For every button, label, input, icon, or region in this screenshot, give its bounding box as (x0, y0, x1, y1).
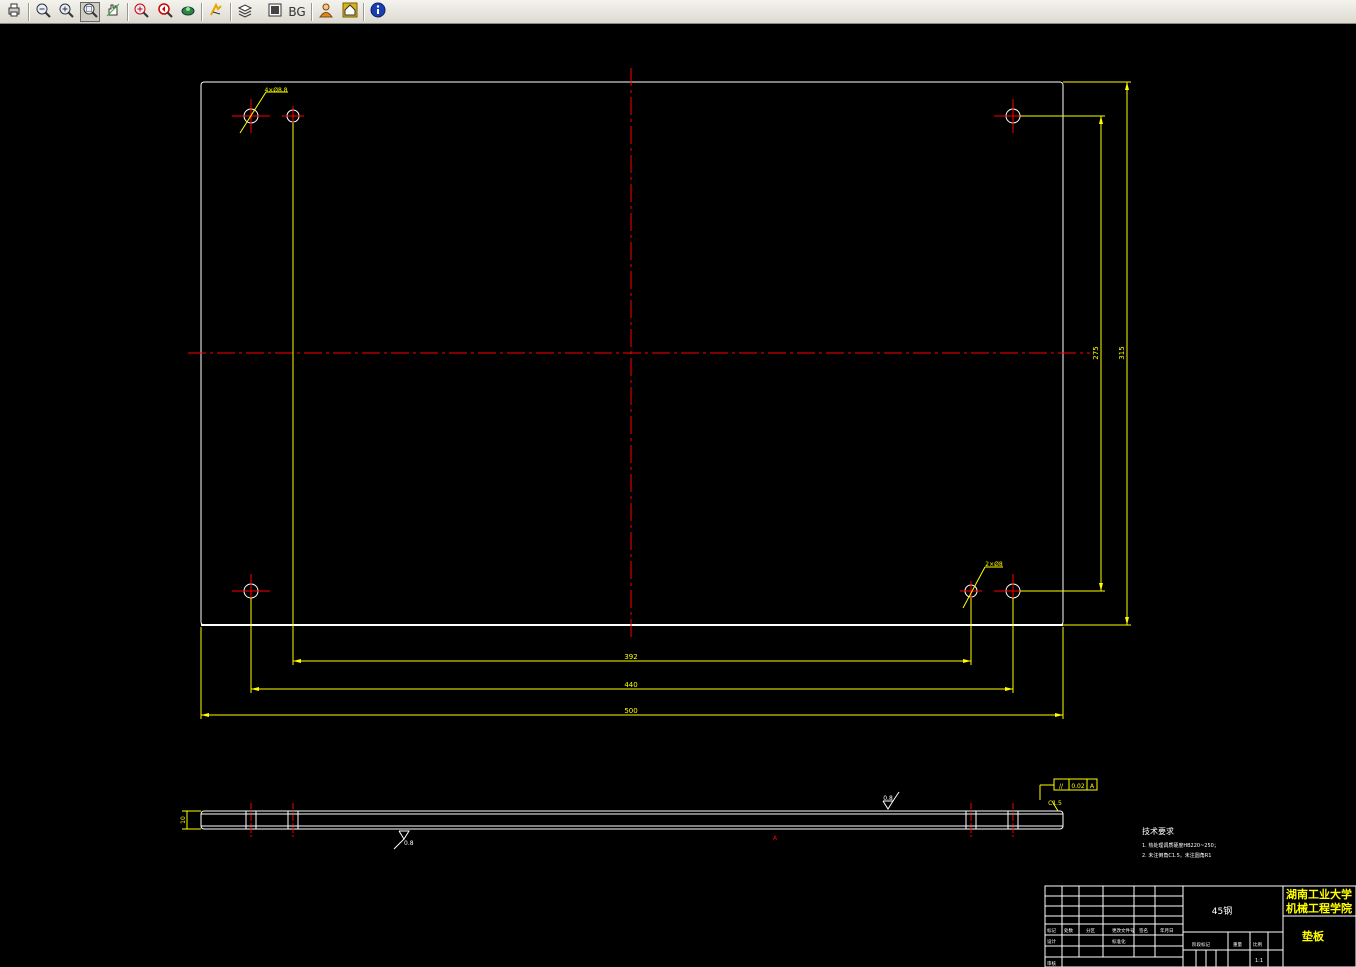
toolbar-separator (363, 3, 365, 21)
tb-label: 处数 (1064, 927, 1073, 934)
print-button[interactable] (4, 2, 24, 22)
dim-hole-spacing: 440 (624, 681, 637, 689)
zoom-previous-icon (157, 2, 173, 22)
department-name: 机械工程学院 (1286, 901, 1352, 915)
zoom-extents-icon (133, 2, 149, 22)
notes-title: 技术要求 (1142, 826, 1174, 836)
printer-icon (6, 2, 22, 22)
pan-button[interactable] (103, 2, 123, 22)
orbit-button[interactable] (178, 2, 198, 22)
dim-overall-width: 500 (624, 707, 637, 715)
part-name: 垫板 (1302, 929, 1325, 943)
toolbar: BG (0, 0, 1356, 24)
layers-icon (237, 2, 253, 22)
layers-button[interactable] (235, 2, 255, 22)
tb-label: 阶段标记 (1192, 941, 1210, 948)
info-button[interactable] (368, 2, 388, 22)
plate-side-view: 10 0.8 0.8 A C1.5 // 0.02 A (180, 778, 1098, 850)
zoom-out-icon (35, 2, 51, 22)
orbit-icon (180, 2, 196, 22)
regen-button[interactable] (206, 2, 226, 22)
dim-thickness: 10 (180, 816, 187, 824)
toolbar-separator (230, 3, 232, 21)
roughness-bottom: 0.8 (404, 840, 414, 847)
tb-label: 标准化 (1112, 938, 1126, 945)
tolerance-value: 0.02 (1071, 783, 1085, 790)
toolbar-separator (201, 3, 203, 21)
note-1: 1. 热处理调质硬度HB220~250； (1142, 842, 1219, 849)
tb-label: 比例 (1253, 941, 1262, 948)
chamfer-note: C1.5 (1048, 800, 1062, 807)
zoom-previous-button[interactable] (155, 2, 175, 22)
tolerance-symbol: // (1059, 783, 1064, 790)
material: 45钢 (1212, 905, 1232, 917)
centerlines (188, 68, 1090, 640)
technical-notes: 技术要求 1. 热处理调质硬度HB220~250； 2. 未注倒角C1.5，未注… (1142, 826, 1219, 859)
dim-arrows (201, 82, 1129, 717)
note-2: 2. 未注倒角C1.5，未注圆角R1 (1142, 852, 1211, 859)
dim-inner-width: 392 (624, 653, 637, 661)
background-button[interactable]: BG (287, 2, 307, 22)
layout-button[interactable] (265, 2, 285, 22)
regen-icon (208, 2, 224, 22)
zoom-out-button[interactable] (33, 2, 53, 22)
toolbar-separator (311, 3, 313, 21)
hole-callout-top: 4×Ø8.8 (264, 87, 287, 94)
hole-callout-bottom: 2×Ø8 (985, 561, 1003, 568)
user-button[interactable] (316, 2, 336, 22)
drawing-canvas[interactable]: 392 440 500 275 315 4×Ø8.8 2×Ø8 10 0.8 0… (0, 24, 1356, 967)
dimensions (200, 81, 1131, 719)
datum-mark: A (773, 835, 778, 842)
tb-label: 标记 (1047, 927, 1056, 934)
user-icon (318, 2, 334, 22)
dim-hole-vertical: 275 (1092, 346, 1100, 359)
home-icon (342, 2, 358, 22)
zoom-in-button[interactable] (56, 2, 76, 22)
roughness-top: 0.8 (883, 795, 893, 802)
zoom-in-icon (58, 2, 74, 22)
toolbar-separator (28, 3, 30, 21)
dim-texts: 392 440 500 275 315 4×Ø8.8 2×Ø8 (264, 87, 1126, 715)
tb-label: 设计 (1047, 938, 1056, 945)
tb-label: 更改文件号 (1112, 927, 1135, 934)
toolbar-separator (127, 3, 129, 21)
dim-overall-height: 315 (1118, 346, 1126, 359)
tb-label: 签名 (1139, 927, 1148, 934)
title-block-text: 45钢 湖南工业大学 机械工程学院 垫板 1:1 标记 处数 分区 更改文件号 … (1047, 887, 1352, 967)
tb-label: 重量 (1233, 941, 1242, 948)
school-name: 湖南工业大学 (1286, 887, 1352, 901)
bg-label: BG (288, 5, 306, 19)
tb-label: 年月日 (1160, 927, 1174, 934)
zoom-window-button[interactable] (80, 2, 100, 22)
pan-hand-icon (105, 2, 121, 22)
layout-icon (267, 2, 283, 22)
scale-value: 1:1 (1255, 958, 1263, 964)
zoom-extents-button[interactable] (131, 2, 151, 22)
tb-label: 分区 (1086, 927, 1095, 934)
home-button[interactable] (340, 2, 360, 22)
tb-label: 审核 (1047, 960, 1056, 967)
tolerance-datum: A (1090, 783, 1095, 790)
info-icon (370, 2, 386, 22)
zoom-window-icon (82, 2, 98, 22)
